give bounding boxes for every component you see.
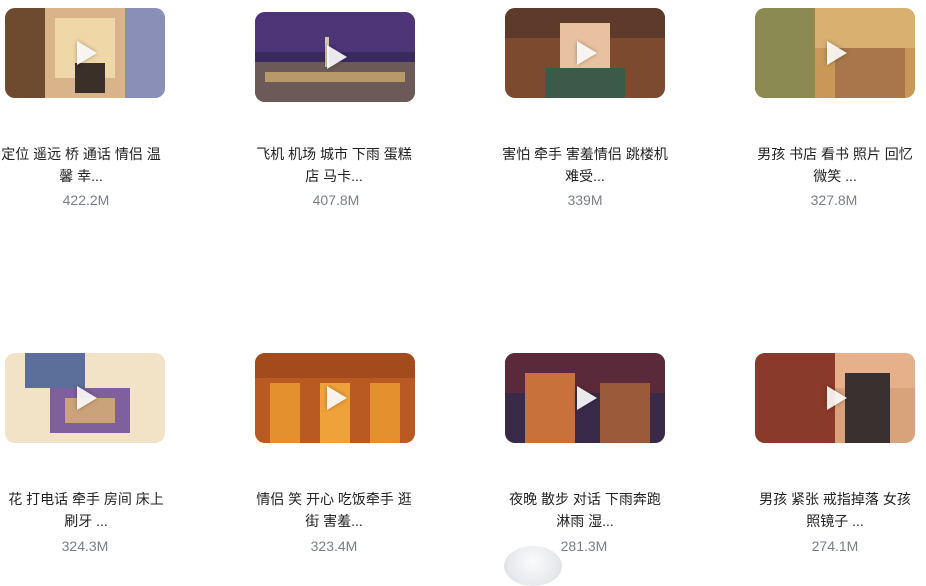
video-title[interactable]: 飞机 机场 城市 下雨 蛋糕 店 马卡... [246,143,422,187]
video-thumbnail[interactable] [505,8,665,98]
play-icon [827,386,847,410]
file-size: 274.1M [811,538,859,554]
video-title[interactable]: 夜晚 散步 对话 下雨奔跑 淋雨 湿... [497,488,673,532]
video-title[interactable]: 情侣 笑 开心 吃饭牵手 逛 街 害羞... [246,488,422,532]
play-icon [577,41,597,65]
loading-spinner [504,546,562,586]
video-title[interactable]: 男孩 紧张 戒指掉落 女孩 照镜子 ... [747,488,923,532]
video-thumbnail[interactable] [255,12,415,102]
play-icon [77,41,97,65]
file-size: 324.3M [61,538,109,554]
video-thumbnail[interactable] [255,353,415,443]
video-title[interactable]: 花 打电话 牵手 房间 床上 刷牙 ... [0,488,174,532]
file-size: 323.4M [310,538,358,554]
video-thumbnail[interactable] [755,8,915,98]
play-icon [77,386,97,410]
video-title[interactable]: 男孩 书店 看书 照片 回忆 微笑 ... [747,143,923,187]
video-thumbnail[interactable] [755,353,915,443]
file-size: 327.8M [810,192,858,208]
file-size: 339M [567,192,603,208]
video-thumbnail[interactable] [5,353,165,443]
play-icon [327,386,347,410]
video-thumbnail[interactable] [5,8,165,98]
file-size: 422.2M [62,192,110,208]
file-size: 407.8M [312,192,360,208]
video-thumbnail[interactable] [505,353,665,443]
play-icon [827,41,847,65]
play-icon [327,45,347,69]
play-icon [577,386,597,410]
video-title[interactable]: 定位 遥远 桥 通话 情侣 温 馨 幸... [0,143,169,187]
video-title[interactable]: 害怕 牵手 害羞情侣 跳楼机 难受... [497,143,673,187]
